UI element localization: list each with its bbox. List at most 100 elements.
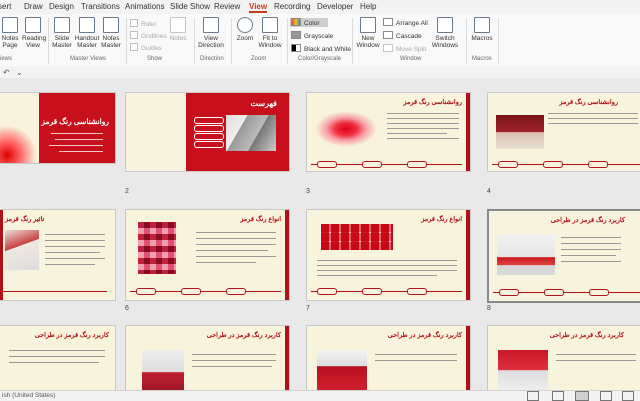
handout-master-button[interactable]: Handout Master — [74, 17, 100, 49]
notes-master-button[interactable]: Notes Master — [100, 17, 122, 49]
slide-number: 4 — [487, 188, 491, 195]
text-line — [387, 118, 459, 119]
slide-thumbnail[interactable]: کاربرد رنگ قرمز در طراحی — [125, 325, 290, 397]
slide-thumbnail[interactable]: کاربرد رنگ قرمز در طراحی — [306, 325, 471, 397]
red-sofa-photo — [497, 235, 555, 275]
text-line — [192, 366, 272, 367]
slide-thumbnail[interactable]: انواع رنگ قرمز — [306, 209, 471, 301]
slide-title: روانشناسی رنگ قرمز — [559, 99, 618, 106]
footer-pill — [226, 288, 246, 295]
guides-checkbox[interactable]: Guides — [130, 43, 162, 52]
text-line — [196, 250, 268, 251]
slide-thumbnail[interactable]: روانشناسی رنگ قرمز — [487, 92, 640, 172]
tab-review[interactable]: Review — [214, 2, 240, 11]
slide-thumbnail[interactable]: کاربرد رنگ قرمز در طراحی — [487, 209, 640, 303]
slide-side-bar — [466, 326, 470, 396]
customize-qat-icon[interactable]: ⌄ — [16, 68, 23, 77]
color-button[interactable]: Color — [290, 18, 328, 27]
switch-windows-icon — [437, 17, 453, 33]
tab-design[interactable]: Design — [49, 2, 74, 11]
ruler-checkbox[interactable]: Ruler — [130, 19, 157, 28]
footer-pill — [362, 161, 382, 168]
slide-side-bar — [466, 210, 470, 300]
slide-thumbnail[interactable]: تاثیر رنگ قرمز — [0, 209, 116, 301]
notes-icon — [170, 17, 186, 33]
gridlines-checkbox[interactable]: Gridlines — [130, 31, 167, 40]
text-line — [49, 145, 103, 146]
new-window-icon — [360, 17, 376, 33]
undo-icon[interactable]: ↶ — [3, 68, 10, 77]
notes-button[interactable]: Notes — [168, 17, 188, 42]
grayscale-button[interactable]: Grayscale — [291, 31, 333, 40]
tab-developer[interactable]: Developer — [317, 2, 353, 11]
text-line — [387, 133, 447, 134]
macros-button[interactable]: Macros — [470, 17, 494, 42]
group-label-window: Window — [400, 56, 422, 62]
text-line — [45, 234, 105, 235]
fit-to-window-button[interactable]: Fit to Window — [257, 17, 283, 49]
footer-pill — [407, 288, 427, 295]
tab-transitions[interactable]: Transitions — [81, 2, 120, 11]
checkbox-box — [130, 31, 138, 39]
arrange-all-icon — [383, 18, 393, 26]
slide-thumbnail[interactable]: کاربرد رنگ قرمز در طراحی — [0, 325, 116, 397]
switch-windows-button[interactable]: Switch Windows — [428, 17, 462, 49]
group-label-views: iews — [0, 56, 13, 62]
slide-number: 7 — [306, 305, 310, 312]
move-split-button[interactable]: Move Split — [383, 44, 426, 53]
text-line — [548, 113, 638, 114]
black-and-white-button[interactable]: Black and White — [291, 44, 351, 53]
text-line — [561, 243, 621, 244]
tab-draw[interactable]: Draw — [24, 2, 43, 11]
tab-insert[interactable]: sert — [0, 2, 11, 11]
language-status[interactable]: ish (United States) — [2, 392, 55, 399]
footer-pill — [499, 289, 519, 296]
separator — [194, 18, 195, 64]
zoom-button[interactable]: Zoom — [235, 17, 255, 42]
slide-thumbnail[interactable]: فهرست — [125, 92, 290, 172]
kitchen-photo — [317, 350, 367, 390]
tab-help[interactable]: Help — [360, 2, 376, 11]
cascade-button[interactable]: Cascade — [383, 31, 422, 40]
tab-view[interactable]: View — [249, 2, 268, 13]
separator — [231, 18, 232, 64]
arrange-all-button[interactable]: Arrange All — [383, 18, 428, 27]
tab-animations[interactable]: Animations — [125, 2, 165, 11]
text-line — [45, 240, 105, 241]
view-direction-button[interactable]: View Direction — [197, 17, 225, 49]
room-photo — [496, 115, 544, 149]
slide-footer-line — [3, 291, 107, 292]
slide-title: کاربرد رنگ قرمز در طراحی — [550, 217, 625, 224]
text-line — [387, 113, 459, 114]
view-direction-icon — [203, 17, 219, 33]
slide-thumbnail[interactable]: روانشناسی رنگ قرمز — [306, 92, 471, 172]
text-line — [9, 362, 99, 363]
tab-recording[interactable]: Recording — [274, 2, 310, 11]
toc-left — [126, 93, 186, 171]
text-line — [192, 354, 276, 355]
reading-view-button[interactable]: Reading View — [22, 17, 46, 49]
new-window-button[interactable]: New Window — [355, 17, 381, 49]
slide-master-button[interactable]: Slide Master — [51, 17, 73, 49]
slide-side-bar — [466, 93, 470, 171]
notes-page-button[interactable]: Notes Page — [0, 17, 20, 49]
ink-splash — [0, 123, 39, 163]
slide-sorter: روانشناسی رنگ قرمز فهرست 2 روانشناسی رنگ… — [0, 78, 640, 397]
cover-red-panel — [39, 93, 115, 163]
slide-thumbnail[interactable]: انواع رنگ قرمز — [125, 209, 290, 301]
notes-page-icon — [2, 17, 18, 33]
toc-pill — [194, 141, 224, 148]
slide-title: تاثیر رنگ قرمز — [5, 216, 45, 223]
ribbon-tabs: sert Draw Design Transitions Animations … — [0, 0, 640, 14]
color-icon — [291, 18, 301, 26]
text-line — [59, 151, 103, 152]
slide-master-icon — [54, 17, 70, 33]
group-label-macros: Macros — [472, 56, 492, 62]
handout-master-icon — [79, 17, 95, 33]
slide-thumbnail[interactable]: کاربرد رنگ قرمز در طراحی — [487, 325, 640, 397]
slide-title: فهرست — [250, 99, 277, 108]
red-swatch-grid — [138, 222, 176, 274]
tab-slide-show[interactable]: Slide Show — [170, 2, 210, 11]
slide-thumbnail[interactable]: روانشناسی رنگ قرمز — [0, 92, 116, 164]
slide-number: 3 — [306, 188, 310, 195]
